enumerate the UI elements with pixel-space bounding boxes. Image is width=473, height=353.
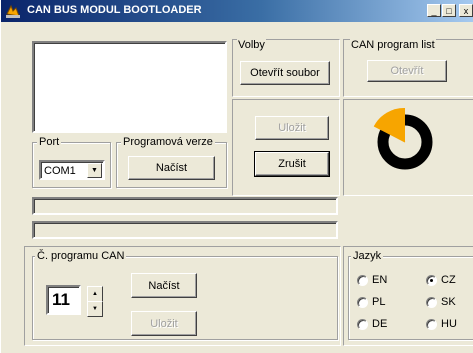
language-label-en: EN (372, 274, 388, 286)
radio-indicator (357, 274, 368, 286)
arrow-up-icon: ▲ (92, 290, 98, 297)
open-program-list-button[interactable]: Otevřít (367, 60, 447, 82)
maximize-button[interactable]: □ (442, 4, 456, 17)
load-version-button[interactable]: Načíst (128, 156, 215, 180)
language-radio-cz[interactable]: CZ (426, 274, 456, 286)
window-title: CAN BUS MODUL BOOTLOADER (27, 4, 202, 16)
progress-bar-secondary (32, 221, 338, 239)
save-button[interactable]: Uložit (255, 116, 329, 140)
actions-panel (232, 99, 340, 196)
can-program-number-value: 11 (52, 290, 70, 309)
can-program-number-legend: Č. programu CAN (35, 250, 127, 262)
language-label-hu: HU (441, 318, 457, 330)
load-program-number-button[interactable]: Načíst (131, 273, 197, 298)
language-radio-hu[interactable]: HU (426, 318, 457, 330)
spin-up-button[interactable]: ▲ (87, 286, 103, 302)
language-label-cz: CZ (441, 274, 456, 286)
close-button[interactable]: x (459, 4, 473, 17)
cancel-button[interactable]: Zrušit (254, 151, 330, 177)
chevron-down-icon[interactable]: ▼ (87, 163, 102, 178)
language-radio-en[interactable]: EN (357, 274, 387, 286)
language-radio-sk[interactable]: SK (426, 296, 456, 308)
program-version-legend: Programová verze (121, 136, 215, 148)
volby-legend: Volby (237, 39, 266, 51)
can-program-number-input[interactable]: 11 (46, 285, 81, 315)
radio-indicator (426, 274, 437, 286)
port-select[interactable]: COM1 ▼ (39, 160, 105, 180)
language-label-de: DE (372, 318, 388, 330)
language-label-pl: PL (372, 296, 386, 308)
radio-indicator (426, 318, 437, 330)
progress-bar-primary (32, 197, 338, 215)
title-bar[interactable]: CAN BUS MODUL BOOTLOADER _ □ x (1, 0, 473, 22)
bootloader-logo-icon (368, 102, 438, 175)
save-program-number-button[interactable]: Uložit (131, 311, 197, 336)
port-select-value: COM1 (44, 165, 76, 177)
can-program-list-legend: CAN program list (350, 39, 436, 51)
language-legend: Jazyk (351, 250, 384, 262)
arrow-down-icon: ▼ (92, 305, 98, 312)
language-label-sk: SK (441, 296, 456, 308)
radio-indicator (357, 296, 368, 308)
port-legend: Port (37, 136, 62, 148)
minimize-button[interactable]: _ (427, 4, 441, 17)
open-file-button[interactable]: Otevřít soubor (240, 61, 330, 85)
radio-indicator (357, 318, 368, 330)
file-info-textarea[interactable] (32, 41, 227, 133)
app-icon (4, 2, 22, 20)
main-window: CAN BUS MODUL BOOTLOADER _ □ x Volby Ote… (0, 0, 473, 353)
radio-indicator (426, 296, 437, 308)
language-radio-pl[interactable]: PL (357, 296, 385, 308)
spin-down-button[interactable]: ▼ (87, 301, 103, 317)
language-radio-de[interactable]: DE (357, 318, 387, 330)
